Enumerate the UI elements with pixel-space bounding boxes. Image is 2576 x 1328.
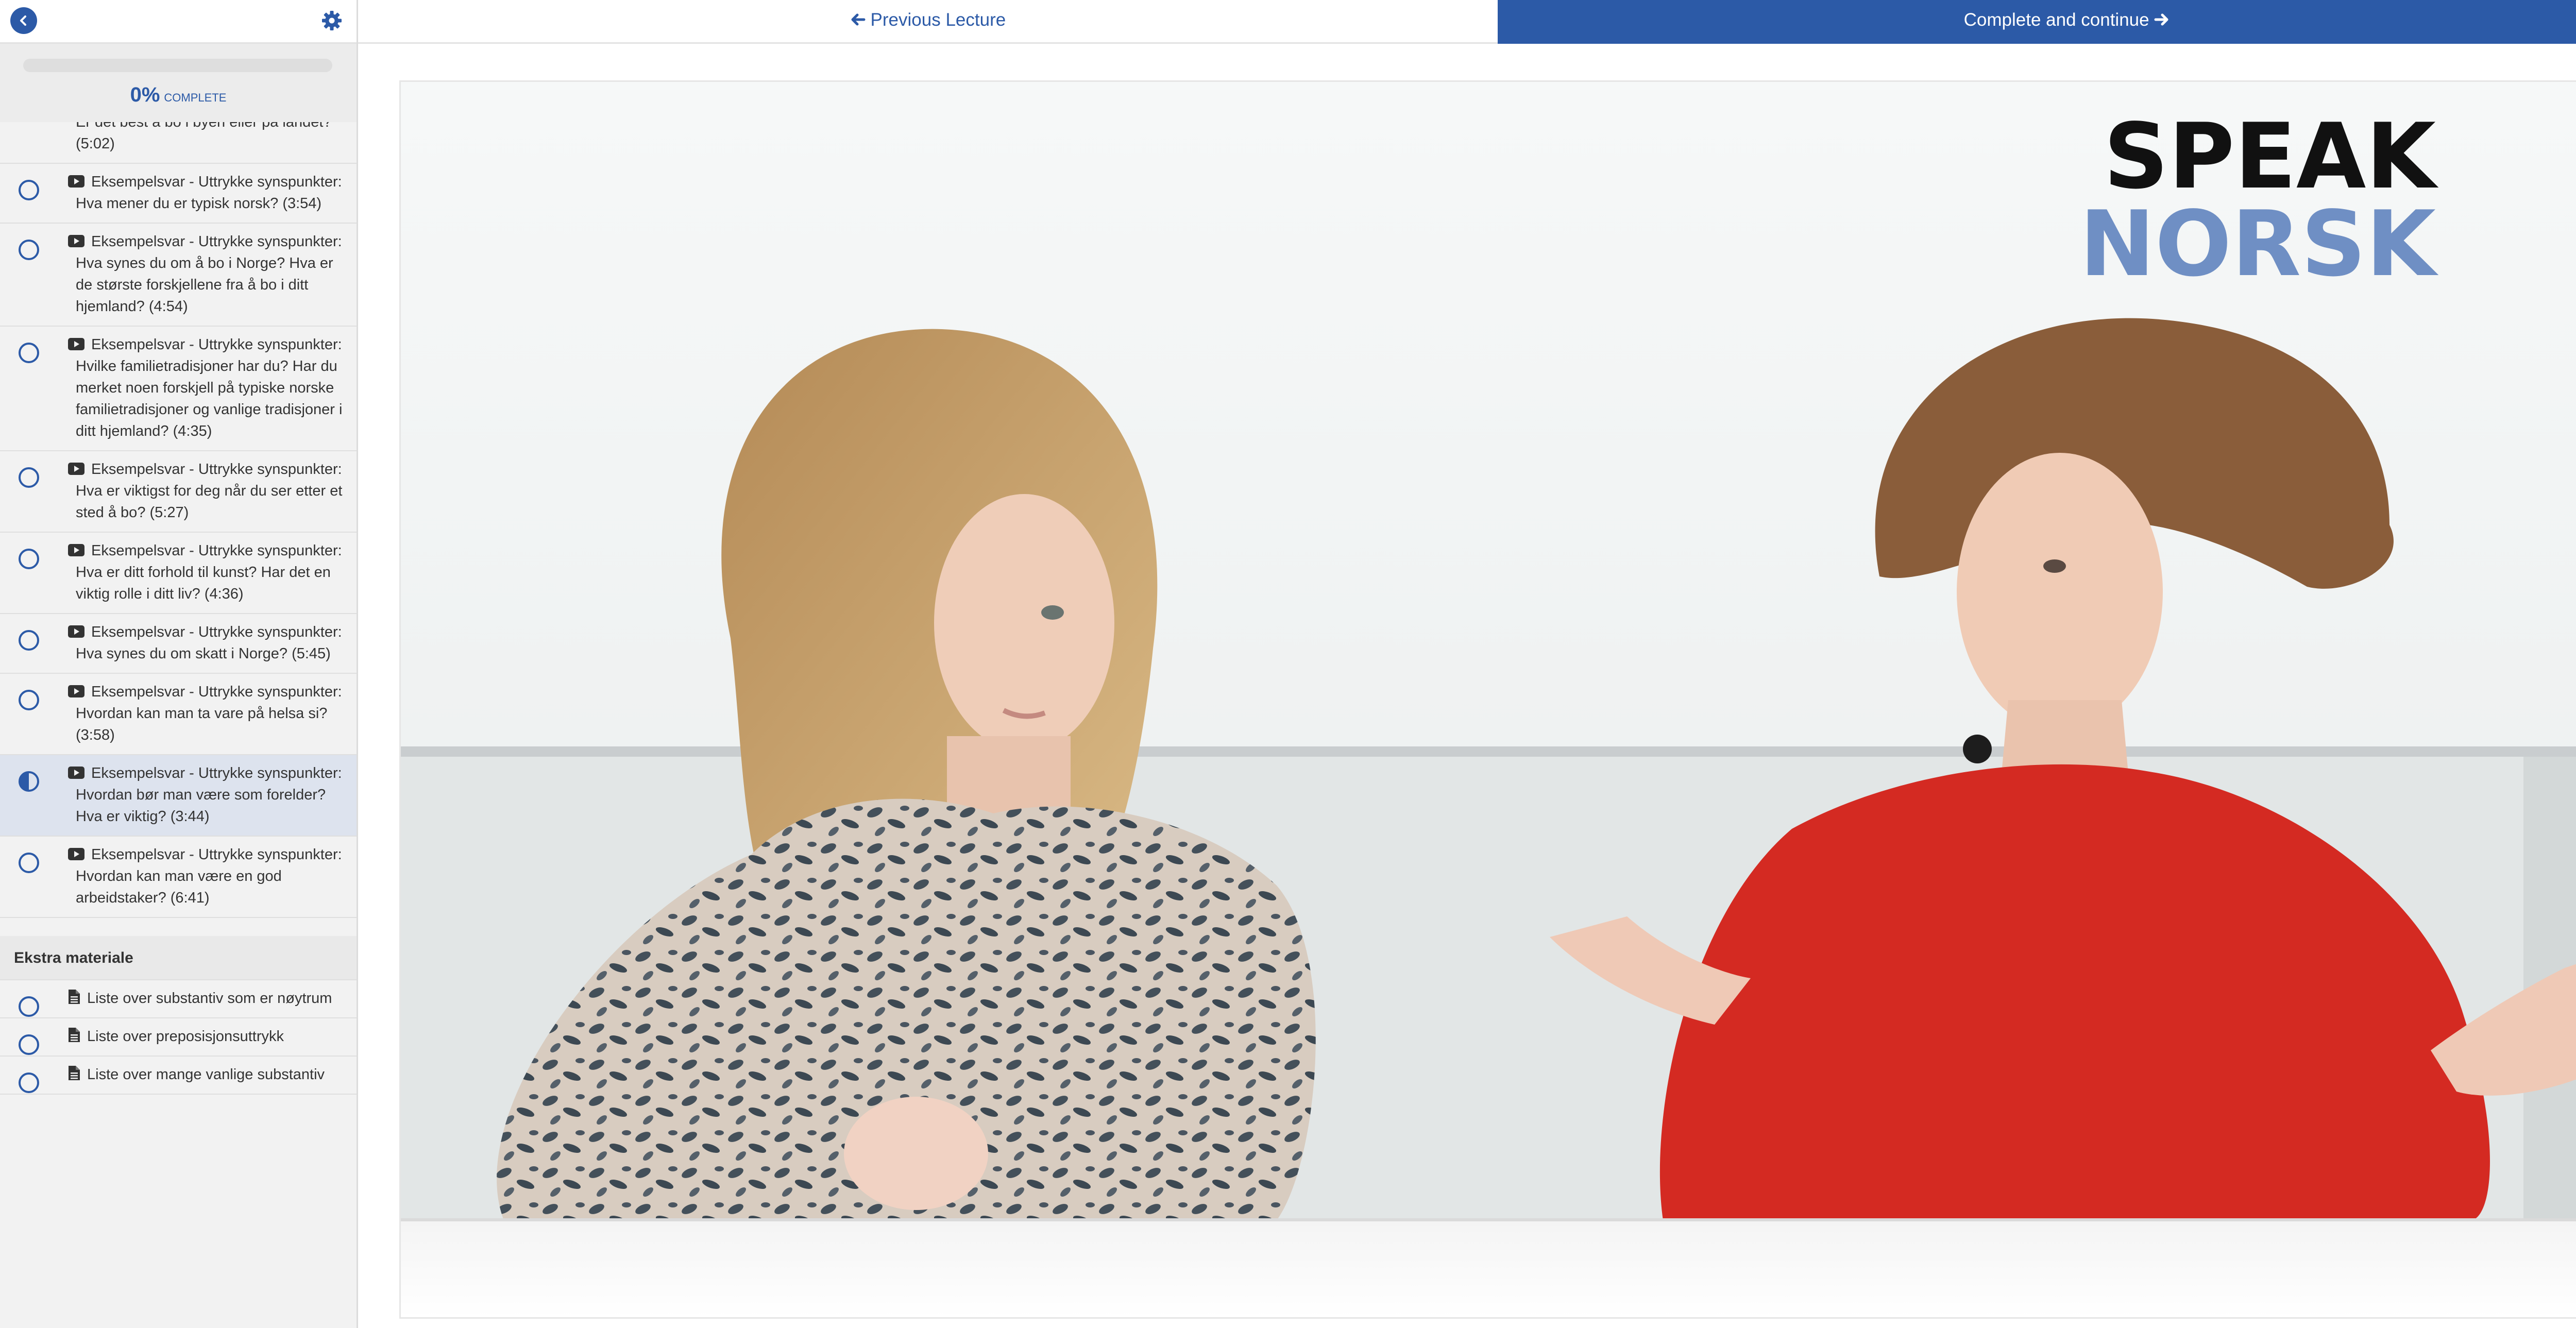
- video-icon: [68, 175, 84, 188]
- lecture-item[interactable]: Eksempelsvar - Uttrykke synspunkter: Hva…: [0, 164, 357, 224]
- incomplete-circle-icon: [19, 1072, 39, 1093]
- incomplete-circle-icon: [19, 343, 39, 363]
- incomplete-circle-icon: [19, 240, 39, 260]
- section-header: Ekstra materiale: [0, 936, 357, 980]
- incomplete-circle-icon: [19, 467, 39, 488]
- lecture-title: Eksempelsvar - Uttrykke synspunkter: Hva…: [67, 533, 347, 613]
- lecture-list: Eksempelsvar - Uttrykke synspunkter: Er …: [0, 82, 357, 1095]
- video-icon: [68, 767, 84, 779]
- lecture-title: Eksempelsvar - Uttrykke synspunkter: Hvo…: [67, 837, 347, 917]
- lecture-title: Liste over preposisjonsuttrykk: [67, 1018, 347, 1055]
- video-icon: [68, 235, 84, 247]
- extra-material-item[interactable]: Liste over preposisjonsuttrykk: [0, 1018, 357, 1057]
- lecture-item[interactable]: Eksempelsvar - Uttrykke synspunkter: Hva…: [0, 451, 357, 533]
- lecture-title: Eksempelsvar - Uttrykke synspunkter: Hvi…: [67, 327, 347, 450]
- video-player[interactable]: SPEAK NORSK: [399, 80, 2576, 1319]
- incomplete-circle-icon: [19, 996, 39, 1017]
- progress-percent: 0%: [130, 83, 160, 106]
- lecture-title-text: Liste over preposisjonsuttrykk: [87, 1028, 284, 1045]
- extra-material-item[interactable]: Liste over mange vanlige substantiv: [0, 1057, 357, 1095]
- lecture-item[interactable]: Eksempelsvar - Uttrykke synspunkter: Hvo…: [0, 755, 357, 837]
- incomplete-circle-icon: [19, 853, 39, 873]
- file-icon: [69, 1066, 80, 1080]
- lecture-title-text: Liste over substantiv som er nøytrum: [87, 990, 332, 1007]
- lecture-title: Liste over mange vanlige substantiv: [67, 1057, 347, 1094]
- lecture-title-text: Eksempelsvar - Uttrykke synspunkter: Hva…: [76, 461, 343, 521]
- lecture-title-text: Eksempelsvar - Uttrykke synspunkter: Hvo…: [76, 765, 342, 825]
- arrow-left-icon: [851, 13, 866, 26]
- video-frame: SPEAK NORSK: [401, 82, 2576, 1317]
- lecture-title-text: Eksempelsvar - Uttrykke synspunkter: Hvo…: [76, 684, 342, 743]
- arrow-right-icon: [2154, 13, 2168, 26]
- sidebar-header: [0, 0, 357, 44]
- video-logo-line2: NORSK: [2079, 192, 2438, 297]
- incomplete-circle-icon: [19, 549, 39, 569]
- lecture-title: Eksempelsvar - Uttrykke synspunkter: Hvo…: [67, 755, 347, 836]
- file-icon: [69, 1028, 80, 1042]
- lecture-title-text: Liste over mange vanlige substantiv: [87, 1066, 325, 1083]
- previous-lecture-label: Previous Lecture: [870, 10, 1006, 30]
- incomplete-circle-icon: [19, 1034, 39, 1055]
- video-icon: [68, 848, 84, 860]
- lecture-title-text: Eksempelsvar - Uttrykke synspunkter: Hvo…: [76, 846, 342, 906]
- complete-and-continue-button[interactable]: Complete and continue: [1498, 0, 2576, 44]
- lecture-title: Eksempelsvar - Uttrykke synspunkter: Hva…: [67, 224, 347, 326]
- lecture-title-text: Eksempelsvar - Uttrykke synspunkter: Hvi…: [76, 336, 343, 439]
- lecture-title: Eksempelsvar - Uttrykke synspunkter: Hvo…: [67, 674, 347, 754]
- incomplete-circle-icon: [19, 630, 39, 651]
- lecture-title-text: Eksempelsvar - Uttrykke synspunkter: Hva…: [76, 624, 342, 662]
- gear-icon: [322, 11, 342, 30]
- video-icon: [68, 625, 84, 638]
- extra-material-item[interactable]: Liste over substantiv som er nøytrum: [0, 980, 357, 1018]
- settings-button[interactable]: [320, 9, 343, 32]
- course-progress: 0% complete: [0, 44, 357, 122]
- lecture-title: Liste over substantiv som er nøytrum: [67, 980, 347, 1017]
- complete-and-continue-label: Complete and continue: [1963, 10, 2149, 30]
- video-icon: [68, 685, 84, 697]
- incomplete-circle-icon: [19, 690, 39, 710]
- lecture-item[interactable]: Eksempelsvar - Uttrykke synspunkter: Hvo…: [0, 674, 357, 755]
- course-sidebar: Eksempelsvar - Uttrykke synspunkter: Er …: [0, 0, 358, 1328]
- lecture-title: Eksempelsvar - Uttrykke synspunkter: Hva…: [67, 164, 347, 223]
- video-icon: [68, 463, 84, 475]
- video-icon: [68, 338, 84, 350]
- lecture-title-text: Eksempelsvar - Uttrykke synspunkter: Hva…: [76, 174, 342, 212]
- progress-label: complete: [164, 91, 227, 104]
- lecture-title-text: Eksempelsvar - Uttrykke synspunkter: Hva…: [76, 542, 342, 602]
- lecture-title: Eksempelsvar - Uttrykke synspunkter: Hva…: [67, 614, 347, 673]
- lecture-title-text: Eksempelsvar - Uttrykke synspunkter: Hva…: [76, 233, 342, 315]
- lecture-item[interactable]: Eksempelsvar - Uttrykke synspunkter: Hvi…: [0, 327, 357, 451]
- file-icon: [69, 990, 80, 1004]
- incomplete-circle-icon: [19, 180, 39, 200]
- lecture-item[interactable]: Eksempelsvar - Uttrykke synspunkter: Hva…: [0, 614, 357, 674]
- chevron-left-icon: [20, 15, 26, 26]
- back-to-course-button[interactable]: [10, 7, 37, 34]
- previous-lecture-button[interactable]: Previous Lecture: [358, 0, 1498, 44]
- lecture-item[interactable]: Eksempelsvar - Uttrykke synspunkter: Hva…: [0, 224, 357, 327]
- lecture-item[interactable]: Eksempelsvar - Uttrykke synspunkter: Hva…: [0, 533, 357, 614]
- lecture-item[interactable]: Eksempelsvar - Uttrykke synspunkter: Hvo…: [0, 837, 357, 918]
- in-progress-icon: [19, 771, 39, 792]
- video-icon: [68, 544, 84, 556]
- lecture-title: Eksempelsvar - Uttrykke synspunkter: Hva…: [67, 451, 347, 532]
- progress-text: 0% complete: [0, 83, 357, 107]
- progress-bar: [23, 59, 332, 72]
